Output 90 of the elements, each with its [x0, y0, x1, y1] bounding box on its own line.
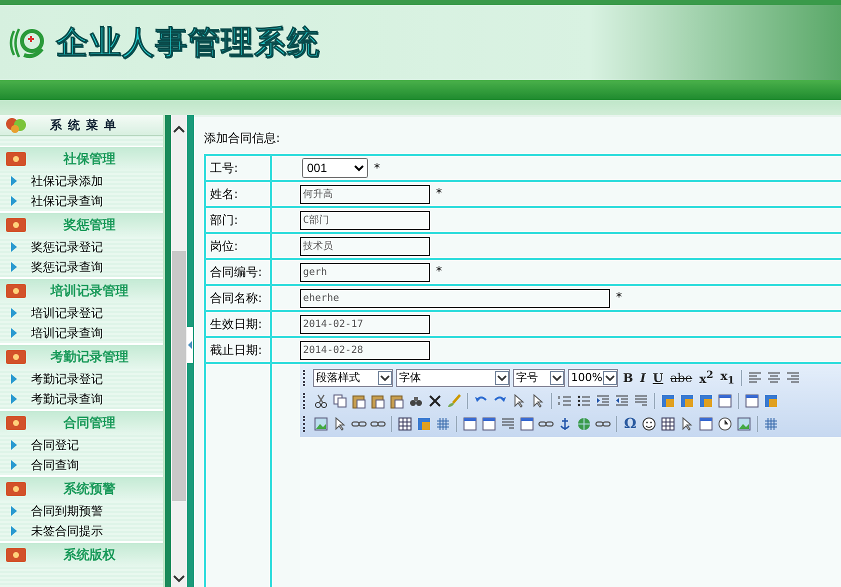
menu-item[interactable]: 考勤记录登记 — [0, 369, 163, 389]
required-mark: * — [436, 186, 442, 200]
format-button[interactable]: U — [650, 370, 666, 384]
scissors-icon[interactable] — [313, 392, 329, 408]
outdent-icon[interactable] — [614, 392, 630, 408]
clock-icon[interactable] — [717, 416, 734, 432]
image-icon[interactable] — [736, 416, 752, 432]
window-icon[interactable] — [744, 392, 760, 408]
format-button[interactable]: B — [621, 370, 636, 384]
menu-group-title: 培训记录管理 — [49, 282, 130, 300]
format-button[interactable]: I — [638, 370, 648, 384]
toolbar-dropdown[interactable]: 字体 — [396, 368, 510, 386]
toolbar-dropdown[interactable]: 字号 — [513, 368, 565, 386]
select-field[interactable]: 001 — [302, 158, 368, 178]
chevron-down-icon — [603, 370, 617, 384]
paragraph-icon[interactable] — [500, 416, 516, 432]
copy-icon[interactable] — [332, 392, 348, 408]
field-label: 工号: — [205, 155, 271, 181]
clipboard-icon[interactable] — [389, 392, 405, 408]
menu-group-title: 奖惩管理 — [62, 217, 116, 234]
colored-square-icon[interactable] — [763, 392, 779, 408]
window-icon[interactable] — [698, 416, 714, 432]
scroll-down-icon[interactable] — [173, 575, 185, 583]
toolbar-dropdown[interactable]: 100% — [568, 368, 618, 386]
input-field[interactable]: 何升高 — [300, 184, 430, 204]
align-right-icon[interactable] — [785, 370, 802, 386]
required-mark: * — [374, 161, 380, 175]
menu-title: 系统菜单 — [50, 116, 122, 134]
scroll-up-icon[interactable] — [173, 125, 185, 133]
scrollbar[interactable] — [171, 115, 187, 587]
field-label: 合同名称: — [205, 285, 271, 311]
input-field[interactable]: gerh — [300, 262, 430, 282]
smiley-icon[interactable] — [641, 416, 658, 432]
cross-icon[interactable] — [427, 392, 443, 408]
globe-icon[interactable] — [576, 416, 592, 432]
toolbar-dropdown[interactable]: 段落样式 — [313, 368, 393, 386]
menu-item[interactable]: 培训记录登记 — [0, 303, 163, 323]
window-icon[interactable] — [462, 416, 478, 432]
required-mark: * — [616, 290, 622, 304]
menu-group-title: 系统版权 — [62, 546, 116, 564]
format-button[interactable]: x$^{2}$ — [697, 370, 716, 386]
chevron-down-icon — [495, 370, 509, 384]
colored-square-icon[interactable] — [660, 392, 676, 408]
field-label: 截止日期: — [205, 337, 271, 363]
clipboard-icon[interactable] — [351, 392, 367, 408]
colored-square-icon[interactable] — [416, 416, 432, 432]
system-title: 企业人事管理系统 — [56, 22, 320, 62]
scrollbar-thumb[interactable] — [172, 251, 186, 501]
form-heading: 添加合同信息: — [204, 130, 282, 147]
chevron-down-icon — [378, 370, 392, 384]
align-center-icon[interactable] — [766, 370, 782, 386]
field-label: 部门: — [205, 207, 271, 233]
collapse-handle[interactable] — [187, 327, 193, 363]
table-icon[interactable] — [397, 416, 413, 432]
format-button[interactable]: x$_{1}$ — [718, 368, 736, 386]
required-mark: * — [436, 264, 442, 278]
paragraph-icon[interactable] — [633, 392, 649, 408]
menu-group-title: 系统预警 — [62, 480, 116, 498]
menu-item[interactable]: 社保记录添加 — [0, 171, 163, 191]
menu-item[interactable]: 合同登记 — [0, 435, 163, 455]
symbol-button[interactable]: Ω — [622, 416, 638, 432]
menu-group-title: 合同管理 — [62, 415, 116, 432]
menu-item[interactable]: 奖惩记录登记 — [0, 237, 163, 257]
indent-icon[interactable] — [595, 392, 611, 408]
clipboard-icon[interactable] — [370, 392, 386, 408]
grid-icon[interactable] — [435, 416, 451, 432]
chevron-down-icon — [550, 370, 564, 384]
window-icon[interactable] — [481, 416, 497, 432]
input-field[interactable]: 技术员 — [300, 236, 430, 256]
input-field[interactable]: C部门 — [300, 210, 430, 230]
input-field[interactable]: eherhe — [300, 288, 610, 308]
flower-icon — [4, 116, 28, 134]
field-label: 岗位: — [205, 233, 271, 259]
menu-group-title: 考勤记录管理 — [50, 349, 130, 366]
format-button[interactable]: abe — [668, 370, 694, 384]
grid-icon[interactable] — [763, 416, 780, 432]
align-left-icon[interactable] — [747, 370, 764, 386]
window-icon[interactable] — [717, 392, 733, 408]
colored-square-icon[interactable] — [698, 392, 714, 408]
menu-group-title: 社保管理 — [62, 151, 116, 168]
field-label: 姓名: — [205, 181, 271, 207]
window-icon[interactable] — [519, 416, 535, 432]
menu-item[interactable]: 合同到期预警 — [0, 501, 163, 521]
field-label: 合同编号: — [205, 259, 271, 285]
colored-square-icon[interactable] — [679, 392, 695, 408]
table-icon[interactable] — [660, 416, 676, 432]
input-field[interactable]: 2014-02-28 — [300, 340, 430, 360]
image-icon[interactable] — [313, 416, 329, 432]
field-label: 生效日期: — [205, 311, 271, 337]
input-field[interactable]: 2014-02-17 — [300, 314, 430, 334]
